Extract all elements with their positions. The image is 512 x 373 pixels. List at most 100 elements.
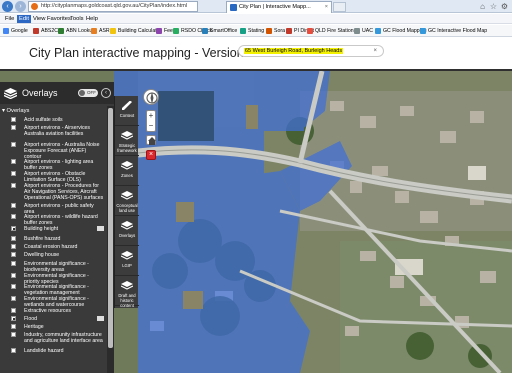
favorite-link[interactable]: Building Calculator xyxy=(110,26,161,36)
overlay-label: Building height xyxy=(24,226,59,232)
favorite-link[interactable]: Google xyxy=(3,26,28,36)
favorite-label: Sora xyxy=(274,28,285,34)
overlay-root[interactable]: ▾ Overlays xyxy=(2,107,29,115)
tool-lgip[interactable]: LGIP xyxy=(115,246,139,276)
overlay-checkbox[interactable] xyxy=(11,171,16,176)
legend-icon[interactable] xyxy=(97,316,104,321)
menu-item-help[interactable]: Help xyxy=(84,15,100,23)
clear-search-icon[interactable]: × xyxy=(373,46,377,56)
overlay-label: Heritage xyxy=(24,324,44,330)
favorite-label: GC Interactive Flood Map xyxy=(428,28,488,34)
overlay-checkbox[interactable] xyxy=(11,284,16,289)
tool-label: Conceptual land use xyxy=(116,203,138,213)
gear-icon[interactable]: ⚙ xyxy=(500,2,509,11)
scrollbar-thumb[interactable] xyxy=(108,108,113,348)
tool-label: Overlays xyxy=(118,233,136,238)
favorite-icon xyxy=(173,28,179,34)
favorite-icon xyxy=(286,28,292,34)
overlay-checkbox[interactable] xyxy=(11,203,16,208)
overlay-label: Acid sulfate soils xyxy=(24,117,63,123)
star-icon[interactable]: ☆ xyxy=(489,2,498,11)
overlay-checkbox[interactable] xyxy=(11,316,16,321)
tool-strategic-framework[interactable]: Strategic framework xyxy=(115,126,139,156)
overlay-checkbox[interactable] xyxy=(11,261,16,266)
overlay-checkbox[interactable] xyxy=(11,159,16,164)
home-icon[interactable]: ⌂ xyxy=(478,2,487,11)
favorite-link[interactable]: ABS2C xyxy=(33,26,58,36)
favorites-bar: Google ABS2C ABN Lookup ASR Building Calcula… xyxy=(0,25,512,37)
browser-titlebar: ‹ › http://cityplanmaps.goldcoast.qld.go… xyxy=(0,0,512,13)
menu-item-file[interactable]: File xyxy=(3,15,16,23)
overlay-checkbox[interactable] xyxy=(11,117,16,122)
overlay-checkbox[interactable] xyxy=(11,125,16,130)
tool-label: Zones xyxy=(121,173,133,178)
zoom-out-button[interactable]: − xyxy=(147,121,155,131)
favorite-link[interactable]: Sora xyxy=(266,26,285,36)
panel-title: Overlays xyxy=(22,88,58,98)
tool-column: Context Strategic framework Zones Conceptua… xyxy=(114,96,139,308)
overlay-checkbox[interactable] xyxy=(11,296,16,301)
overlay-checkbox[interactable] xyxy=(11,142,16,147)
overlay-label: Environmental significance - vegetation … xyxy=(24,284,89,296)
favorite-link[interactable]: Stating xyxy=(240,26,264,36)
page-title: City Plan interactive mapping - Version … xyxy=(29,46,255,60)
favorite-icon xyxy=(354,28,360,34)
favorite-link[interactable]: QLD Fire Station xyxy=(307,26,354,36)
favorite-label: ABS2C xyxy=(41,28,59,34)
favorite-link[interactable]: Fee xyxy=(156,26,173,36)
overlay-checkbox[interactable] xyxy=(11,244,16,249)
compass-control[interactable] xyxy=(143,89,159,105)
legend-icon[interactable] xyxy=(97,226,104,231)
tool-conceptual-land-use[interactable]: Conceptual land use xyxy=(115,186,139,216)
menu-item-edit[interactable]: Edit xyxy=(17,15,31,23)
favorite-link[interactable]: GC Flood Mapping xyxy=(375,26,427,36)
tool-draft-and-historic-content[interactable]: Draft and historic content xyxy=(115,276,139,308)
close-icon: × xyxy=(148,151,154,158)
tool-zones[interactable]: Zones xyxy=(115,156,139,186)
favorite-icon xyxy=(58,28,64,34)
favorite-link[interactable]: ABN Lookup xyxy=(58,26,95,36)
back-icon[interactable]: ‹ xyxy=(2,1,13,12)
browser-tab[interactable]: City Plan | Interactive Mapp... × xyxy=(226,1,332,13)
search-input[interactable]: 65 West Burleigh Road, Burleigh Heads × xyxy=(238,45,384,57)
favorite-icon xyxy=(240,28,246,34)
overlay-checkbox[interactable] xyxy=(11,332,16,337)
overlay-checkbox[interactable] xyxy=(11,236,16,241)
new-tab-button[interactable] xyxy=(333,2,346,12)
address-url: http://cityplanmaps.goldcoast.qld.gov.au… xyxy=(41,3,188,9)
favorite-icon xyxy=(33,28,39,34)
address-bar[interactable]: http://cityplanmaps.goldcoast.qld.gov.au… xyxy=(28,1,198,12)
overlay-label: Landslide hazard xyxy=(24,348,64,354)
zoom-in-button[interactable]: + xyxy=(147,111,155,121)
overlays-toggle[interactable]: OFF xyxy=(78,89,98,97)
overlay-checkbox[interactable] xyxy=(11,214,16,219)
overlay-checkbox[interactable] xyxy=(11,308,16,313)
overlay-checkbox[interactable] xyxy=(11,226,16,231)
forward-icon[interactable]: › xyxy=(15,1,26,12)
tool-label: LGIP xyxy=(122,263,132,268)
close-icon[interactable]: × xyxy=(325,2,328,13)
overlay-list: ▾ Overlays Acid sulfate soils Airport env… xyxy=(0,106,107,373)
favorite-link[interactable]: UAC xyxy=(354,26,373,36)
tool-overlays[interactable]: Overlays xyxy=(115,216,139,246)
panel-header: Overlays OFF ‹ xyxy=(0,82,114,104)
favorite-icon xyxy=(202,28,208,34)
tool-context[interactable]: Context xyxy=(115,96,139,126)
favorite-icon xyxy=(156,28,162,34)
overlay-checkbox[interactable] xyxy=(11,273,16,278)
overlay-checkbox[interactable] xyxy=(11,348,16,353)
clear-map-button[interactable]: × xyxy=(146,150,156,160)
favorite-label: Stating xyxy=(248,28,265,34)
overlay-checkbox[interactable] xyxy=(11,183,16,188)
home-extent-button[interactable] xyxy=(146,135,156,145)
overlay-label: Airport environs - lighting area buffer … xyxy=(24,159,94,171)
favorite-link[interactable]: GC Interactive Flood Map xyxy=(420,26,487,36)
search-value: 65 West Burleigh Road, Burleigh Heads xyxy=(244,48,344,54)
favorite-link[interactable]: SmartOffice xyxy=(202,26,237,36)
favorite-link[interactable]: ASR xyxy=(91,26,110,36)
collapse-panel-button[interactable]: ‹ xyxy=(101,88,111,98)
overlay-checkbox[interactable] xyxy=(11,252,16,257)
overlay-checkbox[interactable] xyxy=(11,324,16,329)
menu-item-tools[interactable]: Tools xyxy=(68,15,86,23)
tab-title: City Plan | Interactive Mapp... xyxy=(239,4,311,10)
